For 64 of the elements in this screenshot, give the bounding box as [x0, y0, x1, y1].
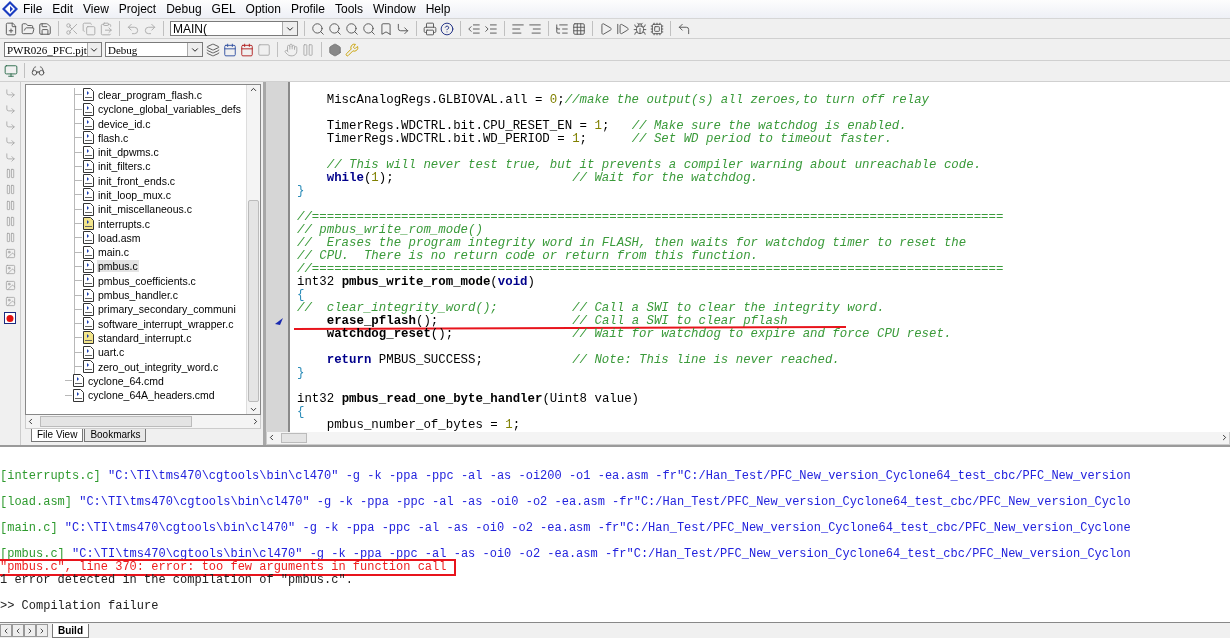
tree-item[interactable]: zero_out_integrity_word.c: [97, 360, 220, 373]
tree-item[interactable]: cyclone_global_variables_defs: [97, 103, 242, 116]
code-line: }: [297, 184, 305, 198]
code-line: // CPU. There is no return code or return from this function.: [297, 249, 758, 263]
tree-item[interactable]: clear_program_flash.c: [97, 88, 203, 101]
tree-item[interactable]: primary_secondary_communi: [97, 303, 237, 316]
tree-item[interactable]: software_interrupt_wrapper.c: [97, 317, 235, 330]
code-line: // This will never test true, but it prevents a compiler warning about unreachable code.: [325, 158, 982, 172]
menu-item[interactable]: Profile: [285, 1, 330, 16]
tree-item[interactable]: pmbus_handler.c: [97, 289, 179, 302]
menu-item[interactable]: View: [78, 1, 114, 16]
tree-item[interactable]: main.c: [97, 246, 130, 259]
tree-item[interactable]: pmbus_coefficients.c: [97, 274, 197, 287]
code-line: return PMBUS_SUCCESS; // Note: This line is never reached.: [325, 353, 840, 367]
build-command: [interrupts.c] "C:\TI\tms470\cgtools\bin\cl470" -g -k -ppa -ppc -al -as -oi200 -o1 -ea.asm -fr"C:/Han_Test/PFC_New_version_Cyclone64_test_cbc/PFC_New_version: [0, 469, 1131, 483]
project-combo[interactable]: PWR026_PFC.pjt: [4, 42, 102, 58]
tree-item[interactable]: cyclone_64A_headers.cmd: [87, 389, 216, 402]
error-message: "pmbus.c", line 370: error: too few arguments in function call: [0, 560, 455, 574]
tree-item[interactable]: standard_interrupt.c: [97, 331, 193, 344]
tree-item[interactable]: device_id.c: [97, 117, 152, 130]
code-line: //=============================================================================================: [297, 262, 1004, 276]
build-command: [main.c] "C:\TI\tms470\cgtools\bin\cl470" -g -k -ppa -ppc -al -as -oi0 -o2 -ea.asm -fr"C:/Han_Test/PFC_New_version_Cyclone64_test_cbc/PFC_New_version_Cyclone: [0, 521, 1131, 535]
tree-item[interactable]: init_dpwms.c: [97, 146, 160, 159]
build-message: >> Compilation failure: [0, 599, 159, 613]
code-line: // pmbus_write_rom_mode(): [297, 223, 483, 237]
build-message: 1 error detected in the compilation of "pmbus.c".: [0, 573, 353, 587]
code-line: TimerRegs.WDCTRL.bit.WD_PERIOD = 1; // Set WD period to timeout faster.: [325, 132, 892, 146]
function-combo[interactable]: MAIN(: [170, 21, 298, 37]
configuration-combo[interactable]: Debug: [105, 42, 203, 58]
code-line: // Erases the program integrity word in FLASH, then waits for watchdog timer to reset the: [297, 236, 967, 250]
tree-item[interactable]: cyclone_64.cmd: [87, 374, 165, 387]
code-line: MiscAnalogRegs.GLBIOVAL.all = 0;//make the output(s) all zeroes,to turn off relay: [325, 93, 930, 107]
code-line: {: [297, 405, 305, 419]
menu-item[interactable]: Debug: [161, 1, 207, 16]
code-line: erase_pflash(); // Call a SWI to clear pflash: [325, 314, 788, 328]
tree-item[interactable]: init_front_ends.c: [97, 174, 177, 187]
tree-item[interactable]: pmbus.c: [97, 260, 139, 273]
code-line: }: [297, 366, 305, 380]
menu-item[interactable]: File: [18, 1, 48, 16]
menu-item[interactable]: Window: [367, 1, 421, 16]
tree-item[interactable]: init_loop_mux.c: [97, 189, 172, 201]
menu-item[interactable]: Project: [113, 1, 162, 16]
output-tab[interactable]: Build: [52, 623, 89, 638]
code-line: // clear_integrity_word(); // Call a SWI to clear the integrity word.: [297, 301, 885, 315]
build-command: [load.asm] "C:\TI\tms470\cgtools\bin\cl470" -g -k -ppa -ppc -al -as -oi0 -o2 -ea.asm -fr"C:/Han_Test/PFC_New_version_Cyclone64_test_cbc/PFC_New_version_Cyclo: [0, 495, 1131, 509]
menu-item[interactable]: GEL: [206, 1, 241, 16]
code-line: pmbus_number_of_bytes = 1;: [325, 418, 521, 432]
code-line: while(1); // Wait for the watchdog.: [325, 171, 758, 185]
menu-item[interactable]: Edit: [47, 1, 79, 16]
tree-item[interactable]: flash.c: [97, 131, 130, 144]
tree-item[interactable]: interrupts.c: [97, 217, 151, 230]
code-line: //=============================================================================================: [297, 210, 1004, 224]
tree-item[interactable]: init_filters.c: [97, 160, 152, 173]
tree-item[interactable]: load.asm: [97, 231, 142, 244]
menu-item[interactable]: Tools: [329, 1, 368, 16]
code-line: {: [297, 288, 305, 302]
tree-item[interactable]: init_miscellaneous.c: [97, 203, 193, 216]
code-line: watchdog_reset(); // Wait for watchdog to expire and force CPU reset.: [325, 327, 952, 341]
code-line: int32 pmbus_read_one_byte_handler(Uint8 value): [297, 392, 640, 406]
menu-item[interactable]: Help: [420, 1, 456, 16]
code-line: TimerRegs.WDCTRL.bit.CPU_RESET_EN = 1; // Make sure the watchdog is enabled.: [325, 119, 907, 133]
code-line: int32 pmbus_write_rom_mode(void): [297, 275, 535, 289]
menu-item[interactable]: Option: [240, 1, 286, 16]
tree-item[interactable]: uart.c: [97, 346, 126, 359]
